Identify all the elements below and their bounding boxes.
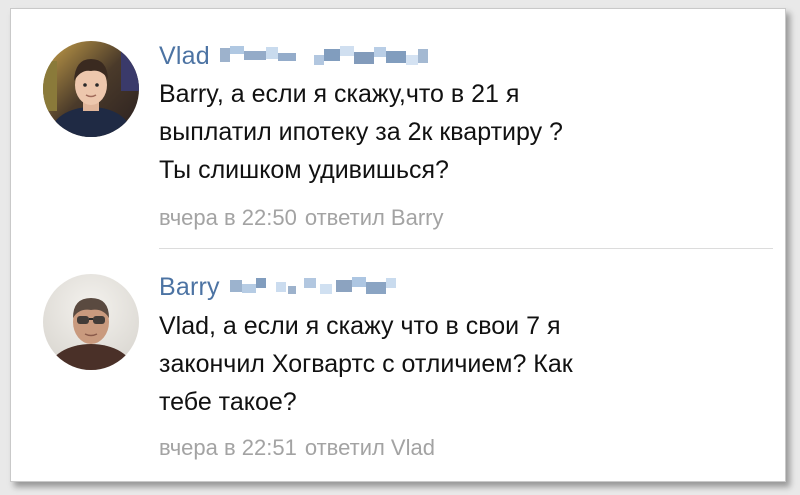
author-name-link[interactable]: Barry [159,273,220,302]
comment-meta: вчера в 22:51 ответил Vlad [159,435,435,461]
comment-item: Barry Vlad, а если я скажу что в свои 7 … [11,252,785,481]
comment-text-line: Barry, а если я скажу,что в 21 я [159,80,520,108]
author-line: Barry [159,270,498,304]
avatar[interactable] [43,274,139,370]
comment-date-link[interactable]: вчера в 22:50 [159,205,297,231]
comment-item: Vlad Barry, а если я скажу,что в 21 я вы… [11,9,785,249]
comments-panel: Vlad Barry, а если я скажу,что в 21 я вы… [10,8,786,482]
comment-text: Vlad, а если я скажу что в свои 7 я зако… [159,307,759,421]
avatar[interactable] [43,41,139,137]
comment-text: Barry, а если я скажу,что в 21 я выплати… [159,75,759,189]
reply-to-link[interactable]: ответил Vlad [305,435,435,461]
author-name-link[interactable]: Vlad [159,42,210,71]
comment-text-line: тебе такое? [159,388,297,416]
comment-text-line: Vlad, а если я скажу что в свои 7 я [159,312,561,340]
reply-to-link[interactable]: ответил Barry [305,205,444,231]
comment-text-line: Ты слишком удивишься? [159,156,449,184]
comment-text-line: закончил Хогвартс с отличием? Как [159,350,573,378]
comment-meta: вчера в 22:50 ответил Barry [159,205,444,231]
comment-date-link[interactable]: вчера в 22:51 [159,435,297,461]
author-line: Vlad [159,39,488,73]
comment-separator [159,248,773,249]
blurred-surname-image [218,44,488,68]
comment-text-line: выплатил ипотеку за 2к квартиру ? [159,118,563,146]
blurred-surname-image [228,275,498,299]
